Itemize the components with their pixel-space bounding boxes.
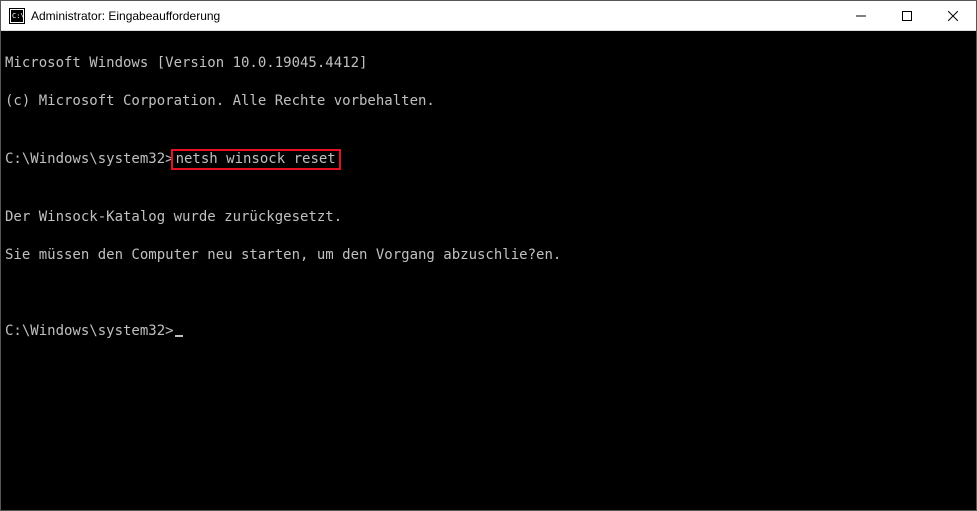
terminal-line: Der Winsock-Katalog wurde zurückgesetzt. [5,208,970,227]
terminal-line: Microsoft Windows [Version 10.0.19045.44… [5,54,970,73]
cmd-icon: C:\ [9,8,25,24]
minimize-button[interactable] [838,1,884,30]
command-prompt-window: C:\ Administrator: Eingabeaufforderung M… [0,0,977,511]
terminal-line: Sie müssen den Computer neu starten, um … [5,246,970,265]
prompt-prefix: C:\Windows\system32> [5,323,174,339]
window-title: Administrator: Eingabeaufforderung [31,9,220,23]
terminal-line: C:\Windows\system32>netsh winsock reset [5,149,970,170]
highlighted-command: netsh winsock reset [171,149,341,170]
terminal-area[interactable]: Microsoft Windows [Version 10.0.19045.44… [1,31,976,510]
cursor-icon [175,335,183,337]
close-button[interactable] [930,1,976,30]
window-controls [838,1,976,30]
maximize-button[interactable] [884,1,930,30]
svg-text:C:\: C:\ [12,12,25,20]
prompt-prefix: C:\Windows\system32> [5,151,174,167]
terminal-line: C:\Windows\system32> [5,322,970,341]
titlebar[interactable]: C:\ Administrator: Eingabeaufforderung [1,1,976,31]
terminal-line: (c) Microsoft Corporation. Alle Rechte v… [5,92,970,111]
